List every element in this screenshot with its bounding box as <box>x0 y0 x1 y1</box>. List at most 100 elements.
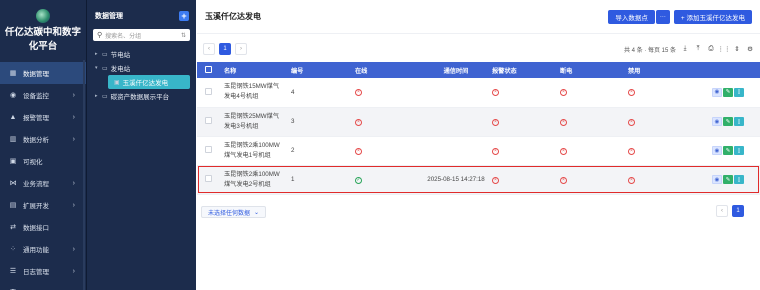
table-tools: 共 4 条 · 每页 15 条 ⤓ ⤒ ⎙ ⋮⋮ ⇕ ⚙ <box>624 45 754 54</box>
tree-node-list: ▸ ▭ 节电站 ▾ ▭ 发电站 ▣ 玉溪仟亿达发电 ▸ ▭ 碳资产数据展示平台 <box>87 47 196 103</box>
view-icon[interactable]: ◉ <box>712 175 722 184</box>
select-all-checkbox[interactable] <box>205 65 212 73</box>
edit-icon[interactable]: ✎ <box>723 117 733 126</box>
flow-icon: ⋈ <box>9 180 17 187</box>
record-summary: 共 4 条 · 每页 15 条 <box>623 47 676 54</box>
bottom-prev-button[interactable]: ‹ <box>716 205 728 217</box>
cell-comm-time <box>420 78 488 107</box>
tree-title: 数据管理 <box>95 13 123 20</box>
sidebar-item-7[interactable]: ⇄ 数据接口 <box>0 216 86 238</box>
prev-page-button[interactable]: ‹ <box>203 43 215 55</box>
settings-icon[interactable]: ⚙ <box>746 45 754 53</box>
caret-down-icon[interactable]: ▾ <box>95 65 102 71</box>
bottom-pagination: ‹ 1 <box>716 205 744 217</box>
bottom-page-button[interactable]: 1 <box>732 205 744 217</box>
add-item-button[interactable]: + 添加玉溪仟亿达发电 <box>673 9 752 24</box>
delete-icon[interactable]: ▯ <box>734 87 744 97</box>
cell-name: 玉昆钢铁2乘100MW煤气发电2号机组 <box>224 170 280 188</box>
sidebar-item-label: 报警管理 <box>23 115 49 122</box>
page-1-button[interactable]: 1 <box>219 43 231 55</box>
delete-icon[interactable]: ▯ <box>734 146 744 155</box>
row-actions: ◉ ✎ ▯ <box>712 87 744 97</box>
print-icon[interactable]: ⎙ <box>707 45 715 53</box>
more-options-button[interactable]: ··· <box>655 9 670 24</box>
add-node-button[interactable]: + <box>179 11 189 21</box>
row-checkbox[interactable] <box>205 175 212 182</box>
sidebar-item-8[interactable]: ⁘ 通用功能 › <box>0 238 86 260</box>
cell-comm-time <box>420 107 488 136</box>
delete-icon[interactable]: ▯ <box>734 117 744 126</box>
main-content: 玉溪仟亿达发电 导入数据点 ··· + 添加玉溪仟亿达发电 ‹ 1 › 共 4 … <box>197 0 760 290</box>
sidebar-item-3[interactable]: ▥ 数据分析 › <box>0 128 86 150</box>
row-checkbox[interactable] <box>205 117 212 124</box>
status-x-icon: × <box>560 89 567 97</box>
col-header-name[interactable]: 名称 <box>220 62 287 78</box>
table-row[interactable]: 玉昆钢铁25MW煤气发电3号机组 3 × × × × ◉ ✎ ▯ <box>197 107 760 136</box>
folder-icon: ▭ <box>102 51 108 58</box>
sidebar-item-6[interactable]: ▤ 扩展开发 › <box>0 194 86 216</box>
tree-node-1[interactable]: ▾ ▭ 发电站 <box>87 61 196 75</box>
tree-node-0[interactable]: ▸ ▭ 节电站 <box>87 47 196 61</box>
upload-icon[interactable]: ⤒ <box>694 45 702 53</box>
sidebar-item-label: 数据接口 <box>23 225 49 232</box>
tree-node-3[interactable]: ▸ ▭ 碳资产数据展示平台 <box>87 89 196 103</box>
cell-actions: ◉ ✎ ▯ <box>692 78 760 107</box>
grid-icon: ▦ <box>9 70 17 77</box>
col-header-online[interactable]: 在线 <box>351 62 420 78</box>
view-icon[interactable]: ◉ <box>712 117 722 126</box>
delete-icon[interactable]: ▯ <box>734 175 744 184</box>
row-select-cell <box>197 107 220 136</box>
col-header-disabled[interactable]: 禁用 <box>624 62 692 78</box>
tree-node-label: 发电站 <box>110 66 131 73</box>
cell-disabled: × <box>624 136 692 165</box>
view-icon[interactable]: ◉ <box>712 146 722 155</box>
edit-icon[interactable]: ✎ <box>723 87 733 97</box>
export-icon[interactable]: ⤓ <box>681 45 689 53</box>
sidebar-scrollbar[interactable] <box>83 60 85 290</box>
status-x-icon: × <box>560 176 567 184</box>
selection-dropdown[interactable]: 未选择任何数据 ⌄ <box>201 206 267 218</box>
cell-name: 玉昆钢铁2乘100MW煤气发电1号机组 <box>224 141 280 159</box>
sidebar-item-1[interactable]: ◉ 设备监控 › <box>0 84 86 106</box>
row-checkbox[interactable] <box>205 87 212 95</box>
cell-actions: ◉ ✎ ▯ <box>692 107 760 136</box>
sidebar-item-0[interactable]: ▦ 数据管理 <box>0 62 86 84</box>
cell-online: × <box>351 136 420 165</box>
app-title: 仟亿达碳中和数字化平台 <box>4 27 81 52</box>
col-header-comm-time[interactable]: 通信时间 <box>420 62 488 78</box>
row-actions: ◉ ✎ ▯ <box>712 146 744 155</box>
row-checkbox[interactable] <box>205 146 212 153</box>
search-placeholder: 搜索名、分组 <box>105 33 142 40</box>
online-check-icon: ✓ <box>355 176 362 184</box>
sidebar-item-4[interactable]: ▣ 可视化 <box>0 150 86 172</box>
chevron-right-icon: › <box>72 135 75 143</box>
status-x-icon: × <box>628 147 635 155</box>
tree-search-input[interactable]: ⚲ 搜索名、分组 ⇅ <box>93 29 190 41</box>
table-row[interactable]: 玉昆钢铁2乘100MW煤气发电1号机组 2 × × × × ◉ ✎ ▯ <box>197 136 760 165</box>
edit-icon[interactable]: ✎ <box>723 175 733 184</box>
caret-right-icon[interactable]: ▸ <box>95 51 102 57</box>
sidebar-item-10[interactable]: ⚿权限管理› <box>0 282 86 290</box>
col-header-power[interactable]: 断电 <box>556 62 624 78</box>
fullscreen-icon[interactable]: ⇕ <box>733 45 741 53</box>
cell-alarm: × <box>488 136 556 165</box>
tree-node-label: 玉溪仟亿达发电 <box>122 80 169 87</box>
sidebar-item-5[interactable]: ⋈ 业务流程 › <box>0 172 86 194</box>
tree-node-2[interactable]: ▣ 玉溪仟亿达发电 <box>108 75 190 89</box>
view-icon[interactable]: ◉ <box>712 87 722 97</box>
next-page-button[interactable]: › <box>235 43 247 55</box>
col-header-number[interactable]: 编号 <box>287 62 351 78</box>
sidebar-item-2[interactable]: ▲ 报警管理 › <box>0 106 86 128</box>
filter-icon[interactable]: ⇅ <box>181 32 186 39</box>
caret-right-icon[interactable]: ▸ <box>95 93 102 99</box>
table-row[interactable]: 玉昆钢铁2乘100MW煤气发电2号机组 1 ✓ 2025-08-15 14:27:18… <box>197 165 760 194</box>
status-x-icon: × <box>355 118 362 126</box>
cell-power: × <box>556 136 624 165</box>
table-row[interactable]: 玉昆钢铁15MW煤气发电4号机组 4 × × × × ◉ ✎ ▯ <box>197 78 760 107</box>
edit-icon[interactable]: ✎ <box>723 146 733 155</box>
row-select-cell <box>197 78 220 107</box>
sidebar-item-9[interactable]: ☰ 日志管理 › <box>0 260 86 282</box>
import-datapoints-button[interactable]: 导入数据点 <box>608 9 655 24</box>
col-header-alarm[interactable]: 报警状态 <box>488 62 556 78</box>
columns-icon[interactable]: ⋮⋮ <box>718 45 731 53</box>
